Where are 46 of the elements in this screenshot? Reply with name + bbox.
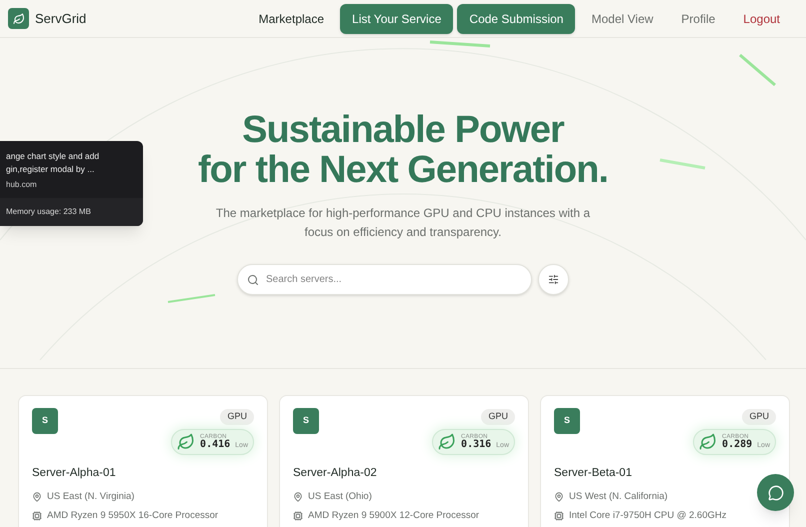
leaf-icon <box>699 432 718 450</box>
search-field[interactable]: Search servers... <box>237 264 532 295</box>
hero-subtitle: The marketplace for high-performance GPU and CPU instances with a focus on efficiency and transparency. <box>214 205 592 241</box>
nav-link[interactable]: Marketplace <box>246 4 336 34</box>
tooltip-url: hub.com <box>6 179 38 191</box>
type-badge: GPU <box>220 409 254 424</box>
server-cpu: AMD Ryzen 9 5900X 12-Core Processor <box>308 509 480 523</box>
leaf-icon <box>177 432 196 450</box>
nav-link[interactable]: Code Submission <box>457 4 576 34</box>
carbon-value: 0.416 <box>200 440 230 450</box>
server-cpu: AMD Ryzen 9 5950X 16-Core Processor <box>47 509 218 523</box>
tooltip-title: gin,register modal by ... <box>6 163 96 176</box>
hero-title: Sustainable Power for the Next Generation. <box>198 110 608 190</box>
cpu-icon <box>293 511 303 522</box>
cpu-icon <box>554 511 564 522</box>
tooltip-memory: Memory usage: 233 MB <box>0 198 143 226</box>
location-pin-icon <box>554 492 564 502</box>
brand-name[interactable]: ServGrid <box>35 8 86 28</box>
nav-link[interactable]: List Your Service <box>340 4 454 34</box>
server-name: Server-Alpha-02 <box>293 466 378 480</box>
search-icon <box>247 274 259 286</box>
chat-bubble-icon <box>768 484 784 500</box>
server-location: US East (Ohio) <box>308 490 372 504</box>
server-location: US East (N. Virginia) <box>47 490 134 504</box>
leaf-icon <box>438 432 456 450</box>
nav-link[interactable]: Profile <box>669 4 728 34</box>
cpu-icon <box>32 511 42 522</box>
location-pin-icon <box>293 492 303 502</box>
server-cpu: Intel Core i7-9750H CPU @ 2.60GHz <box>569 509 726 523</box>
carbon-value: 0.316 <box>461 440 492 450</box>
nav-link[interactable]: Model View <box>579 4 666 34</box>
server-avatar: S <box>554 408 580 434</box>
tooltip-title: ange chart style and add <box>6 150 100 163</box>
location-pin-icon <box>32 492 42 502</box>
nav-link[interactable]: Logout <box>731 4 792 34</box>
server-avatar: S <box>32 408 58 434</box>
server-avatar: S <box>293 408 319 434</box>
server-location: US West (N. California) <box>569 490 668 504</box>
type-badge: GPU <box>481 409 515 424</box>
filter-button[interactable] <box>538 264 569 295</box>
type-badge: GPU <box>742 409 776 424</box>
logo-icon[interactable] <box>8 8 29 29</box>
filter-sliders-icon <box>548 274 559 285</box>
server-name: Server-Beta-01 <box>554 466 633 480</box>
server-name: Server-Alpha-01 <box>32 466 117 480</box>
carbon-value: 0.289 <box>722 440 752 450</box>
